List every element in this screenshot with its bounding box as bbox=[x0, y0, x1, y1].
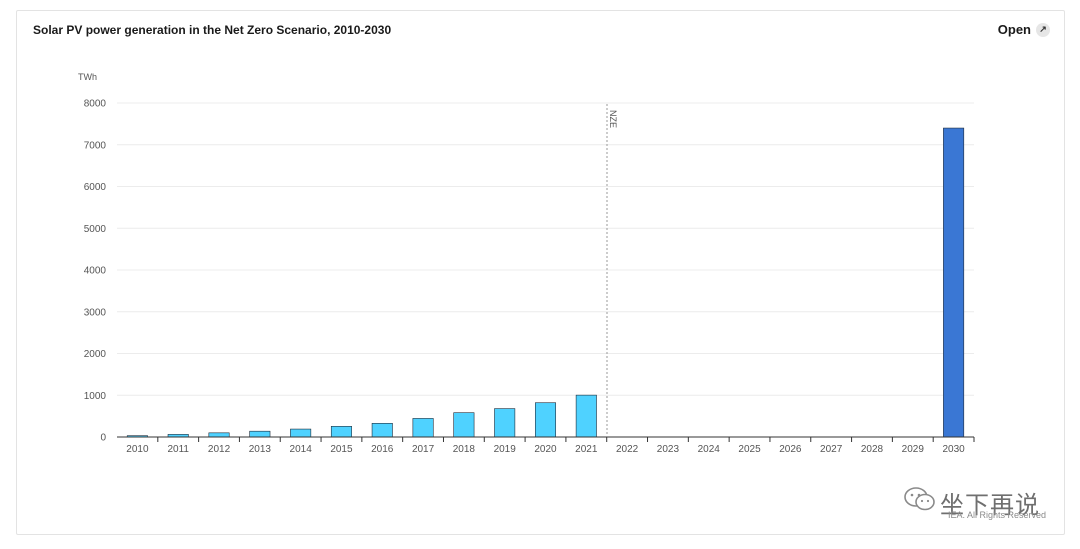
y-tick-label: 7000 bbox=[84, 140, 107, 151]
bar-2014[interactable] bbox=[290, 428, 312, 438]
x-tick-label: 2012 bbox=[208, 444, 231, 455]
x-tick-label: 2027 bbox=[820, 444, 843, 455]
x-tick-label: 2016 bbox=[371, 444, 394, 455]
y-tick-label: 4000 bbox=[84, 266, 107, 277]
y-tick-label: 2000 bbox=[84, 349, 107, 360]
x-tick-label: 2013 bbox=[249, 444, 272, 455]
y-tick-label: 6000 bbox=[84, 182, 107, 193]
bar-2020[interactable] bbox=[534, 402, 557, 438]
bar-2018[interactable] bbox=[453, 412, 475, 438]
bar-chart: TWh 0 1000 2000 3000 4000 5000 6000 7000 8000 201… bbox=[78, 72, 975, 455]
bar-2019[interactable] bbox=[494, 408, 516, 438]
x-tick-label: 2025 bbox=[738, 444, 761, 455]
x-tick-label: 2023 bbox=[657, 444, 680, 455]
y-axis-unit: TWh bbox=[78, 72, 97, 82]
bar-2013[interactable] bbox=[249, 430, 271, 438]
x-tick-label: 2022 bbox=[616, 444, 639, 455]
x-tick-label: 2014 bbox=[290, 444, 313, 455]
x-tick-label: 2029 bbox=[902, 444, 925, 455]
y-tick-label: 0 bbox=[100, 433, 106, 444]
bar-2016[interactable] bbox=[371, 423, 393, 438]
copyright-text: IEA. All Rights Reserved bbox=[948, 510, 1047, 520]
x-tick-label: 2030 bbox=[942, 444, 965, 455]
x-tick-label: 2021 bbox=[575, 444, 598, 455]
x-tick-label: 2015 bbox=[330, 444, 353, 455]
bar-2017[interactable] bbox=[412, 418, 434, 438]
y-tick-label: 1000 bbox=[84, 391, 107, 402]
nze-marker-label: NZE bbox=[608, 110, 618, 128]
x-tick-label: 2024 bbox=[698, 444, 721, 455]
x-tick-label: 2019 bbox=[494, 444, 517, 455]
y-tick-label: 5000 bbox=[84, 224, 107, 235]
bar-2012[interactable] bbox=[208, 432, 230, 438]
bar-2021[interactable] bbox=[575, 394, 597, 438]
bar-2030[interactable] bbox=[943, 127, 965, 438]
x-tick-label: 2011 bbox=[167, 444, 189, 455]
x-tick-label: 2018 bbox=[453, 444, 476, 455]
x-tick-label: 2026 bbox=[779, 444, 802, 455]
x-tick-label: 2020 bbox=[534, 444, 557, 455]
x-tick-label: 2028 bbox=[861, 444, 884, 455]
y-tick-label: 3000 bbox=[84, 307, 107, 318]
x-tick-label: 2010 bbox=[126, 444, 149, 455]
y-tick-label: 8000 bbox=[84, 99, 107, 110]
bar-2015[interactable] bbox=[330, 426, 352, 438]
x-tick-label: 2017 bbox=[412, 444, 435, 455]
